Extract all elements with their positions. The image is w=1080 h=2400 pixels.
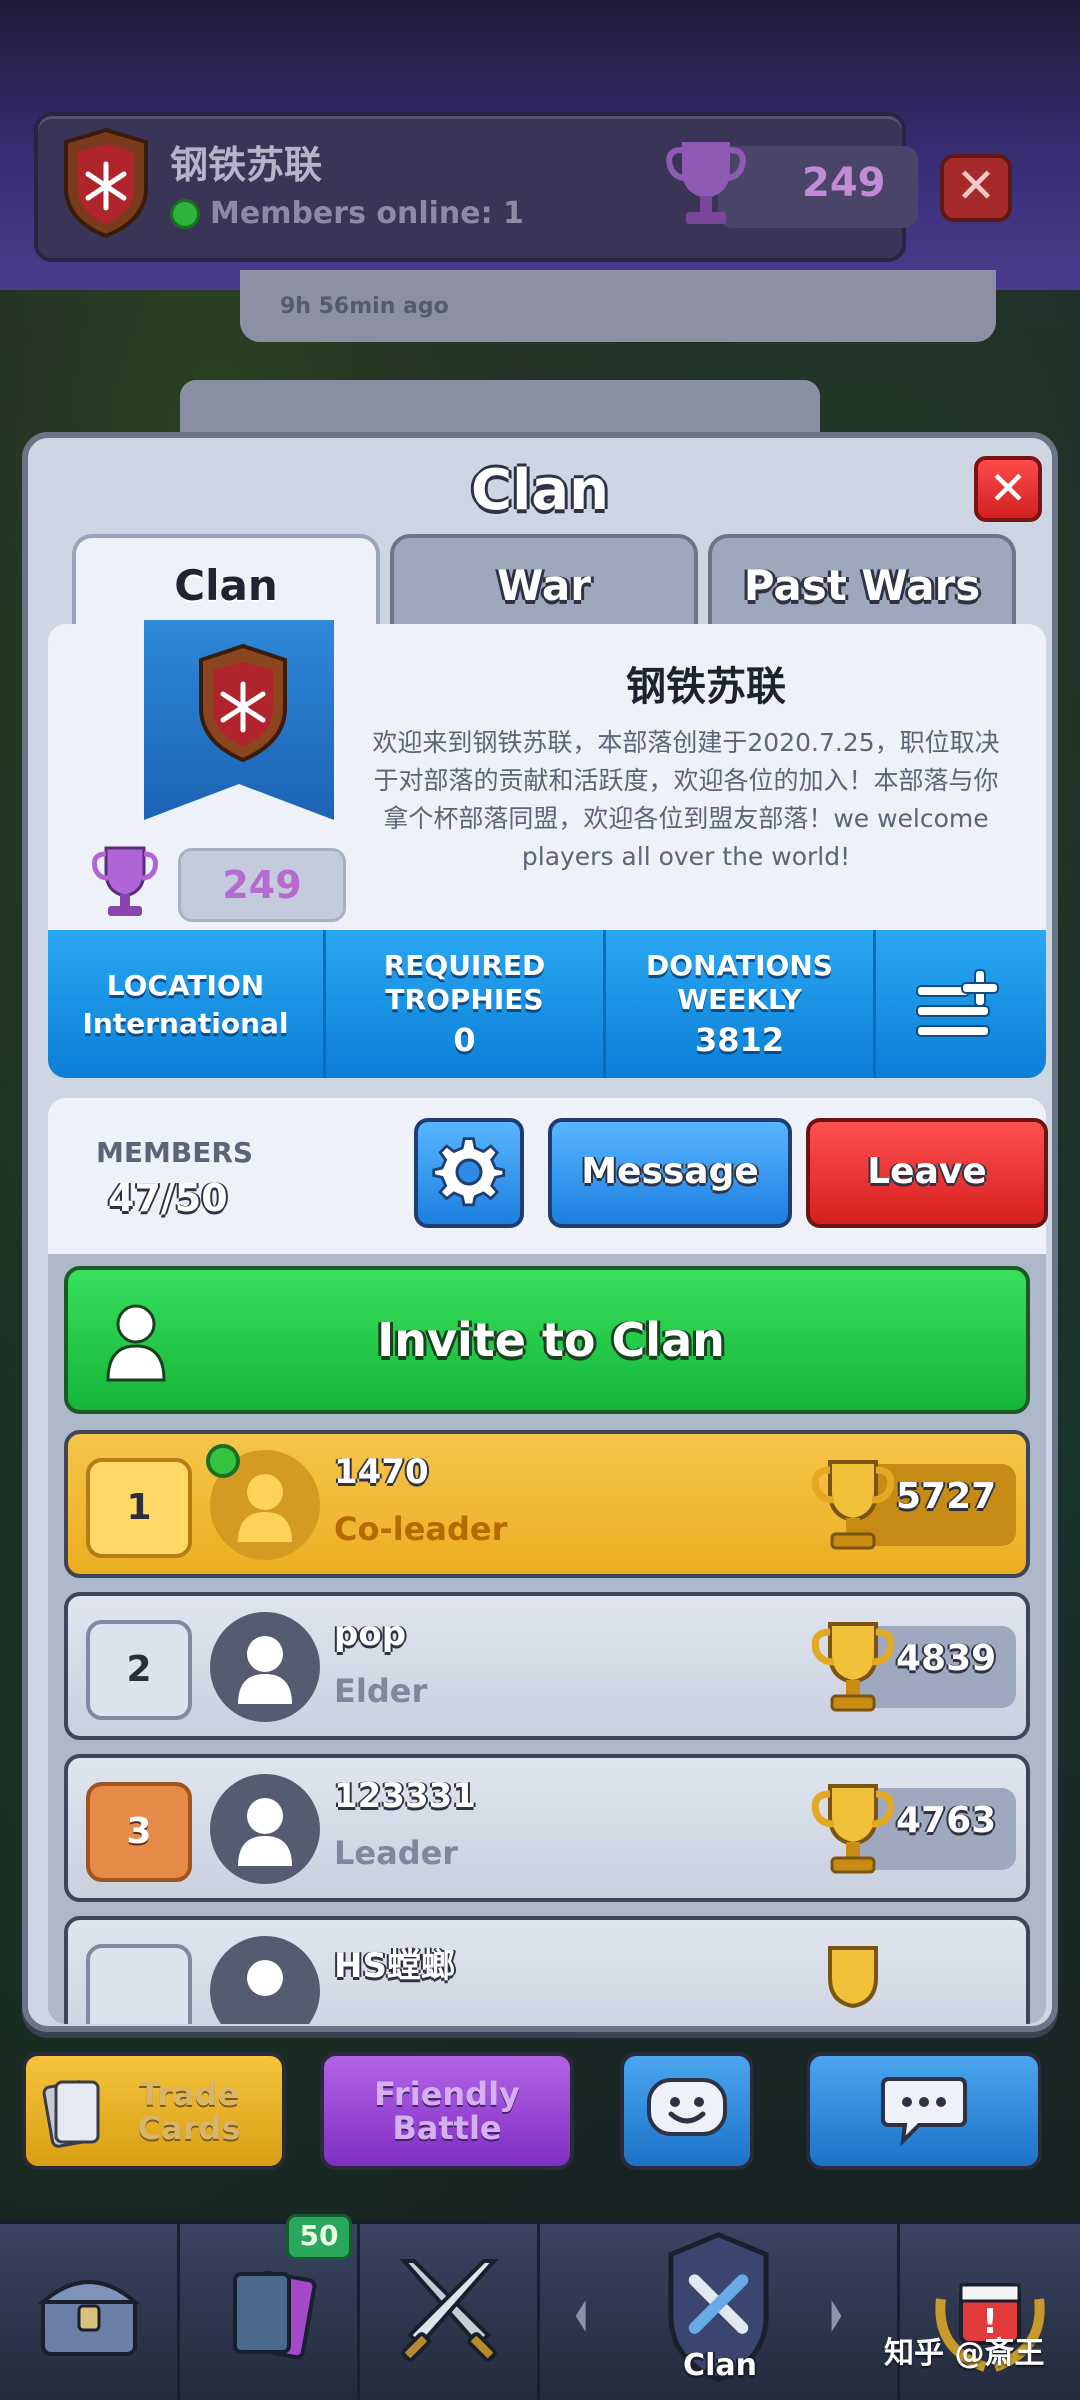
message-button[interactable]: Message — [548, 1118, 792, 1228]
cards-icon — [232, 2270, 316, 2360]
clan-settings-button[interactable] — [414, 1118, 524, 1228]
close-modal-button[interactable]: ✕ — [974, 456, 1042, 522]
clan-info-panel: 249 钢铁苏联 欢迎来到钢铁苏联，本部落创建于2020.7.25，职位取决于对… — [48, 620, 1046, 930]
crossed-swords-icon — [399, 2259, 498, 2362]
invite-to-clan-button[interactable]: Invite to Clan — [64, 1266, 1030, 1414]
member-trophies: 4839 — [896, 1638, 997, 1679]
avatar — [210, 1936, 320, 2024]
member-row[interactable]: 3 123331 Leader 4763 — [64, 1754, 1030, 1902]
emote-button[interactable] — [620, 2052, 754, 2170]
trophy-icon — [666, 142, 746, 224]
member-row[interactable]: HS螳螂 — [64, 1916, 1030, 2024]
stat-required-trophies-label: REQUIRED TROPHIES — [383, 949, 546, 1016]
members-online-status: Members online: 1 — [170, 196, 524, 231]
members-list[interactable]: Invite to Clan 1 1470 Co-leader 5727 2 p… — [48, 1254, 1046, 2024]
nav-clan-label: Clan — [683, 2348, 757, 2383]
stat-donations-weekly: DONATIONS WEEKLY 3812 — [606, 930, 876, 1078]
background-panel-strip — [180, 380, 820, 440]
clan-trophy-count: 249 — [178, 848, 346, 922]
clan-stats-row: LOCATION International REQUIRED TROPHIES… — [48, 930, 1046, 1078]
member-rank: 3 — [86, 1782, 192, 1882]
top-clan-bar: 钢铁苏联 Members online: 1 249 ✕ — [0, 0, 1080, 290]
clan-badge-icon — [199, 644, 287, 763]
nav-events[interactable]: ! — [900, 2224, 1080, 2400]
avatar — [210, 1774, 320, 1884]
friendly-battle-button[interactable]: Friendly Battle — [320, 2052, 574, 2170]
trophy-icon — [92, 846, 158, 916]
emote-icon — [624, 2056, 750, 2166]
clan-name: 钢铁苏联 — [170, 143, 323, 187]
trophy-icon — [811, 1460, 895, 1550]
member-role: Co-leader — [334, 1510, 508, 1548]
member-rank: 2 — [86, 1620, 192, 1720]
person-icon — [247, 1960, 283, 1996]
clan-name-heading: 钢铁苏联 — [626, 664, 786, 710]
watermark: 知乎 @斎王 — [884, 2336, 1045, 2371]
clan-modal: Clan ✕ Clan War Past Wars 249 钢铁苏联 欢迎来到钢… — [22, 432, 1058, 2032]
person-icon — [238, 1636, 292, 1704]
clan-options-button[interactable] — [876, 930, 1046, 1078]
list-add-icon — [916, 969, 999, 1037]
stat-required-trophies: REQUIRED TROPHIES 0 — [326, 930, 606, 1078]
member-rank: 1 — [86, 1458, 192, 1558]
stat-donations-label: DONATIONS WEEKLY — [646, 949, 833, 1016]
bottom-navigation: ! — [0, 2220, 1080, 2400]
members-toolbar: MEMBERS 47/50 Message Leave — [48, 1098, 1048, 1254]
member-role: Elder — [334, 1672, 428, 1710]
modal-title: Clan — [471, 458, 609, 523]
member-name: pop — [334, 1614, 407, 1654]
person-icon — [238, 1798, 292, 1866]
clan-summary-card[interactable]: 钢铁苏联 Members online: 1 249 — [34, 112, 918, 262]
tab-past-wars[interactable]: Past Wars — [708, 534, 1016, 630]
nav-battle[interactable] — [360, 2224, 540, 2400]
invite-label: Invite to Clan — [377, 1313, 725, 1367]
chat-button[interactable] — [806, 2052, 1042, 2170]
member-role: Leader — [334, 1834, 459, 1872]
leave-button[interactable]: Leave — [806, 1118, 1048, 1228]
members-online-text: Members online: 1 — [210, 196, 524, 231]
members-count: 47/50 — [108, 1176, 228, 1220]
gear-icon — [432, 1137, 506, 1207]
member-name: HS螳螂 — [334, 1946, 455, 1986]
member-name: 1470 — [334, 1452, 429, 1492]
member-row[interactable]: 2 pop Elder 4839 — [64, 1592, 1030, 1740]
stat-required-trophies-value: 0 — [453, 1021, 476, 1059]
member-trophies: 5727 — [896, 1476, 997, 1517]
clan-trophy-value: 249 — [802, 160, 886, 206]
trophy-icon — [811, 1622, 895, 1712]
member-row[interactable]: 1 1470 Co-leader 5727 — [64, 1430, 1030, 1578]
tab-war[interactable]: War — [390, 534, 698, 630]
member-rank — [86, 1944, 192, 2024]
trophy-icon — [811, 1784, 895, 1874]
stat-location-value: International — [82, 1006, 289, 1040]
notice-time: 9h 56min ago — [280, 294, 449, 319]
member-trophies: 4763 — [896, 1800, 997, 1841]
notice-strip: 9h 56min ago — [240, 270, 996, 342]
nav-shop[interactable] — [0, 2224, 180, 2400]
members-label: MEMBERS — [96, 1136, 254, 1169]
trophy-icon — [828, 1946, 878, 2009]
clan-description: 欢迎来到钢铁苏联，本部落创建于2020.7.25，职位取决于对部落的贡献和活跃度… — [372, 728, 1000, 871]
stat-location: LOCATION International — [48, 930, 326, 1078]
stat-location-label: LOCATION — [106, 968, 265, 1002]
treasure-chest-icon — [37, 2280, 140, 2356]
trade-cards-label: Trade Cards — [137, 2075, 241, 2147]
clan-badge-icon — [64, 128, 148, 239]
close-clan-card-button[interactable]: ✕ — [940, 154, 1012, 222]
member-name: 123331 — [334, 1776, 476, 1816]
friendly-battle-label: Friendly Battle — [374, 2075, 520, 2147]
chat-bubble-icon — [810, 2056, 1038, 2166]
avatar — [210, 1612, 320, 1722]
trade-cards-button[interactable]: Trade Cards — [22, 2052, 286, 2170]
tab-clan[interactable]: Clan — [72, 534, 380, 630]
online-status-icon — [206, 1444, 240, 1478]
cards-count-badge: 50 — [286, 2214, 352, 2260]
stat-donations-value: 3812 — [694, 1021, 785, 1059]
online-dot-icon — [170, 198, 200, 229]
